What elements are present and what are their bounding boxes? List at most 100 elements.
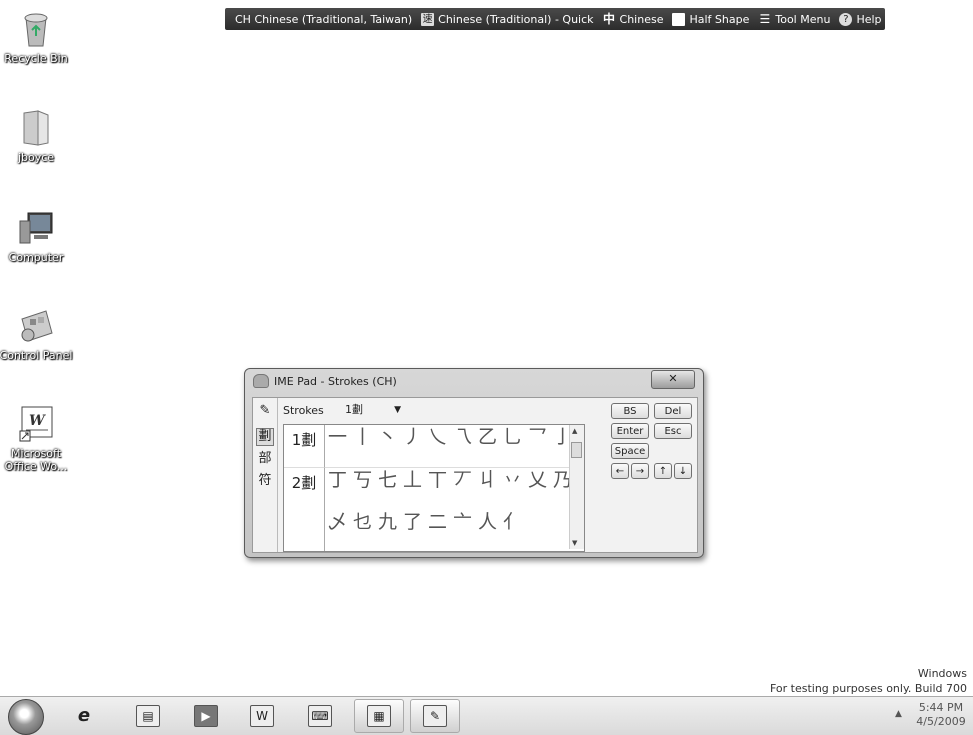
character-cell[interactable]: 丷 bbox=[500, 468, 525, 493]
enter-button[interactable]: Enter bbox=[611, 423, 649, 439]
desktop-icon-control-panel[interactable]: Control Panel bbox=[0, 305, 78, 362]
character-cell[interactable]: 亻 bbox=[500, 510, 525, 535]
character-cell[interactable]: 乄 bbox=[325, 510, 350, 535]
start-button[interactable] bbox=[8, 699, 44, 735]
recycle-bin-icon bbox=[16, 8, 56, 48]
strokes-label: Strokes bbox=[283, 404, 324, 417]
character-cell[interactable]: 丿 bbox=[400, 425, 425, 450]
delete-button[interactable]: Del bbox=[654, 403, 692, 419]
stroke-row-label: 2劃 bbox=[284, 468, 325, 551]
taskbar-ime-app[interactable]: ⌨ bbox=[298, 699, 342, 733]
langbar-half-shape-button[interactable]: Half Shape bbox=[672, 12, 749, 26]
stroke-row-chars: 丁 丂 七 丄 丅 丆 丩 丷 乂 乃 乄 乜 九 了 二 亠 人 亻 bbox=[325, 468, 584, 551]
desktop-icon-computer[interactable]: Computer bbox=[0, 207, 78, 264]
character-cell[interactable]: 丶 bbox=[375, 425, 400, 450]
watermark-line-1: Windows bbox=[917, 667, 967, 680]
scrollbar-thumb[interactable] bbox=[571, 442, 582, 458]
character-cell[interactable]: 乂 bbox=[525, 468, 550, 493]
arrow-right-button[interactable]: → bbox=[631, 463, 649, 479]
character-cell[interactable]: 人 bbox=[475, 510, 500, 535]
character-cell[interactable]: 丅 bbox=[425, 468, 450, 493]
stroke-character-grid: 1劃 一 丨 丶 丿 乀 乁 乙 乚 乛 亅 2劃 丁 丂 七 丄 丅 丆 丩 … bbox=[283, 424, 585, 552]
langbar-options-icon[interactable]: ⁝ bbox=[891, 14, 894, 25]
langbar-language-button[interactable]: CH Chinese (Traditional, Taiwan) bbox=[235, 13, 412, 26]
desktop-icon-label: jboyce bbox=[17, 151, 55, 164]
character-cell[interactable]: 乀 bbox=[425, 425, 450, 450]
ime-pad-window: IME Pad - Strokes (CH) ✕ ✎ 劃 部 符 Strokes… bbox=[244, 368, 704, 558]
arrow-down-button[interactable]: ↓ bbox=[674, 463, 692, 479]
tool-menu-icon: ☰ bbox=[759, 11, 771, 26]
character-cell[interactable]: 九 bbox=[375, 510, 400, 535]
character-cell[interactable]: 一 bbox=[325, 425, 350, 450]
ime-pad-title: IME Pad - Strokes (CH) bbox=[274, 374, 397, 388]
desktop-icon-label: Computer bbox=[8, 251, 64, 264]
language-bar: CH Chinese (Traditional, Taiwan) 速 Chine… bbox=[225, 8, 894, 30]
handwriting-tab-icon[interactable]: ✎ bbox=[256, 402, 274, 420]
ime-pad-mode-tabs: ✎ 劃 部 符 bbox=[253, 398, 278, 552]
symbols-tab[interactable]: 符 bbox=[256, 472, 274, 490]
langbar-help-button[interactable]: ? Help bbox=[839, 12, 882, 26]
langbar-chinese-mode-button[interactable]: 中 Chinese bbox=[603, 12, 664, 26]
character-cell[interactable]: 丨 bbox=[350, 425, 375, 450]
character-cell[interactable]: 丩 bbox=[475, 468, 500, 493]
langbar-tool-menu-button[interactable]: ☰ Tool Menu bbox=[758, 11, 830, 26]
character-cell[interactable]: 乜 bbox=[350, 510, 375, 535]
escape-button[interactable]: Esc bbox=[654, 423, 692, 439]
taskbar-control-panel[interactable]: ▦ bbox=[354, 699, 404, 733]
langbar-ime-mode-label: Chinese (Traditional) - Quick bbox=[438, 12, 594, 26]
character-cell[interactable]: 了 bbox=[400, 510, 425, 535]
control-panel-icon: ▦ bbox=[367, 705, 391, 727]
character-cell[interactable]: 乁 bbox=[450, 425, 475, 450]
stroke-row-label: 1劃 bbox=[284, 425, 325, 468]
taskbar-internet-explorer[interactable]: e bbox=[62, 699, 106, 733]
word-icon: W bbox=[250, 705, 274, 727]
scroll-up-icon[interactable]: ▲ bbox=[572, 427, 577, 435]
character-cell[interactable]: 丄 bbox=[400, 468, 425, 493]
desktop-icon-label: Control Panel bbox=[0, 349, 73, 362]
ime-app-icon: ⌨ bbox=[308, 705, 332, 727]
svg-text:W: W bbox=[29, 413, 46, 429]
backspace-button[interactable]: BS bbox=[611, 403, 649, 419]
character-cell[interactable]: 丁 bbox=[325, 468, 350, 493]
close-button[interactable]: ✕ bbox=[651, 370, 695, 389]
ime-pad-titlebar[interactable]: IME Pad - Strokes (CH) bbox=[245, 369, 703, 393]
grid-scrollbar[interactable]: ▲ ▼ bbox=[569, 425, 584, 549]
stroke-row: 2劃 丁 丂 七 丄 丅 丆 丩 丷 乂 乃 乄 乜 九 了 二 亠 人 亻 bbox=[284, 468, 584, 551]
langbar-chinese-mode-label: Chinese bbox=[619, 12, 664, 26]
arrow-up-button[interactable]: ↑ bbox=[654, 463, 672, 479]
strokes-dropdown-value: 1劃 bbox=[345, 403, 363, 416]
desktop-icon-word[interactable]: W Microsoft Office Wo... bbox=[0, 403, 78, 473]
strokes-dropdown[interactable]: 1劃 ▼ bbox=[345, 402, 407, 418]
show-hidden-icons-button[interactable]: ▲ bbox=[895, 709, 902, 719]
strokes-tab[interactable]: 劃 bbox=[256, 428, 274, 446]
taskbar-microsoft-word[interactable]: W bbox=[240, 699, 284, 733]
desktop-icon-user-folder[interactable]: jboyce bbox=[0, 107, 78, 164]
word-shortcut-icon: W bbox=[16, 403, 56, 443]
arrow-left-button[interactable]: ← bbox=[611, 463, 629, 479]
scroll-down-icon[interactable]: ▼ bbox=[572, 539, 577, 547]
character-cell[interactable]: 丂 bbox=[350, 468, 375, 493]
character-cell[interactable]: 二 bbox=[425, 510, 450, 535]
taskbar-ime-pad[interactable]: ✎ bbox=[410, 699, 460, 733]
control-panel-icon bbox=[16, 305, 56, 345]
character-cell[interactable]: 乚 bbox=[500, 425, 525, 450]
taskbar-windows-explorer[interactable]: ▤ bbox=[126, 699, 170, 733]
notification-area: ▲ 5:44 PM 4/5/2009 bbox=[887, 701, 967, 731]
character-cell[interactable]: 乛 bbox=[525, 425, 550, 450]
space-button[interactable]: Space bbox=[611, 443, 649, 459]
chevron-down-icon: ▼ bbox=[394, 405, 401, 415]
radical-tab[interactable]: 部 bbox=[256, 450, 274, 468]
clock[interactable]: 5:44 PM 4/5/2009 bbox=[915, 701, 967, 729]
desktop-icon-recycle-bin[interactable]: Recycle Bin bbox=[0, 8, 78, 65]
character-cell[interactable]: 亠 bbox=[450, 510, 475, 535]
taskbar-media-player[interactable]: ▶ bbox=[184, 699, 228, 733]
langbar-ime-mode-button[interactable]: 速 Chinese (Traditional) - Quick bbox=[421, 12, 594, 26]
character-cell[interactable]: 七 bbox=[375, 468, 400, 493]
langbar-language-label: CH Chinese (Traditional, Taiwan) bbox=[235, 12, 413, 26]
character-cell[interactable]: 乙 bbox=[475, 425, 500, 450]
desktop-icon-label: Microsoft Office Wo... bbox=[4, 447, 68, 473]
clock-time: 5:44 PM bbox=[918, 701, 964, 714]
stroke-row-chars: 一 丨 丶 丿 乀 乁 乙 乚 乛 亅 bbox=[325, 425, 584, 468]
half-shape-icon bbox=[672, 12, 686, 26]
character-cell[interactable]: 丆 bbox=[450, 468, 475, 493]
